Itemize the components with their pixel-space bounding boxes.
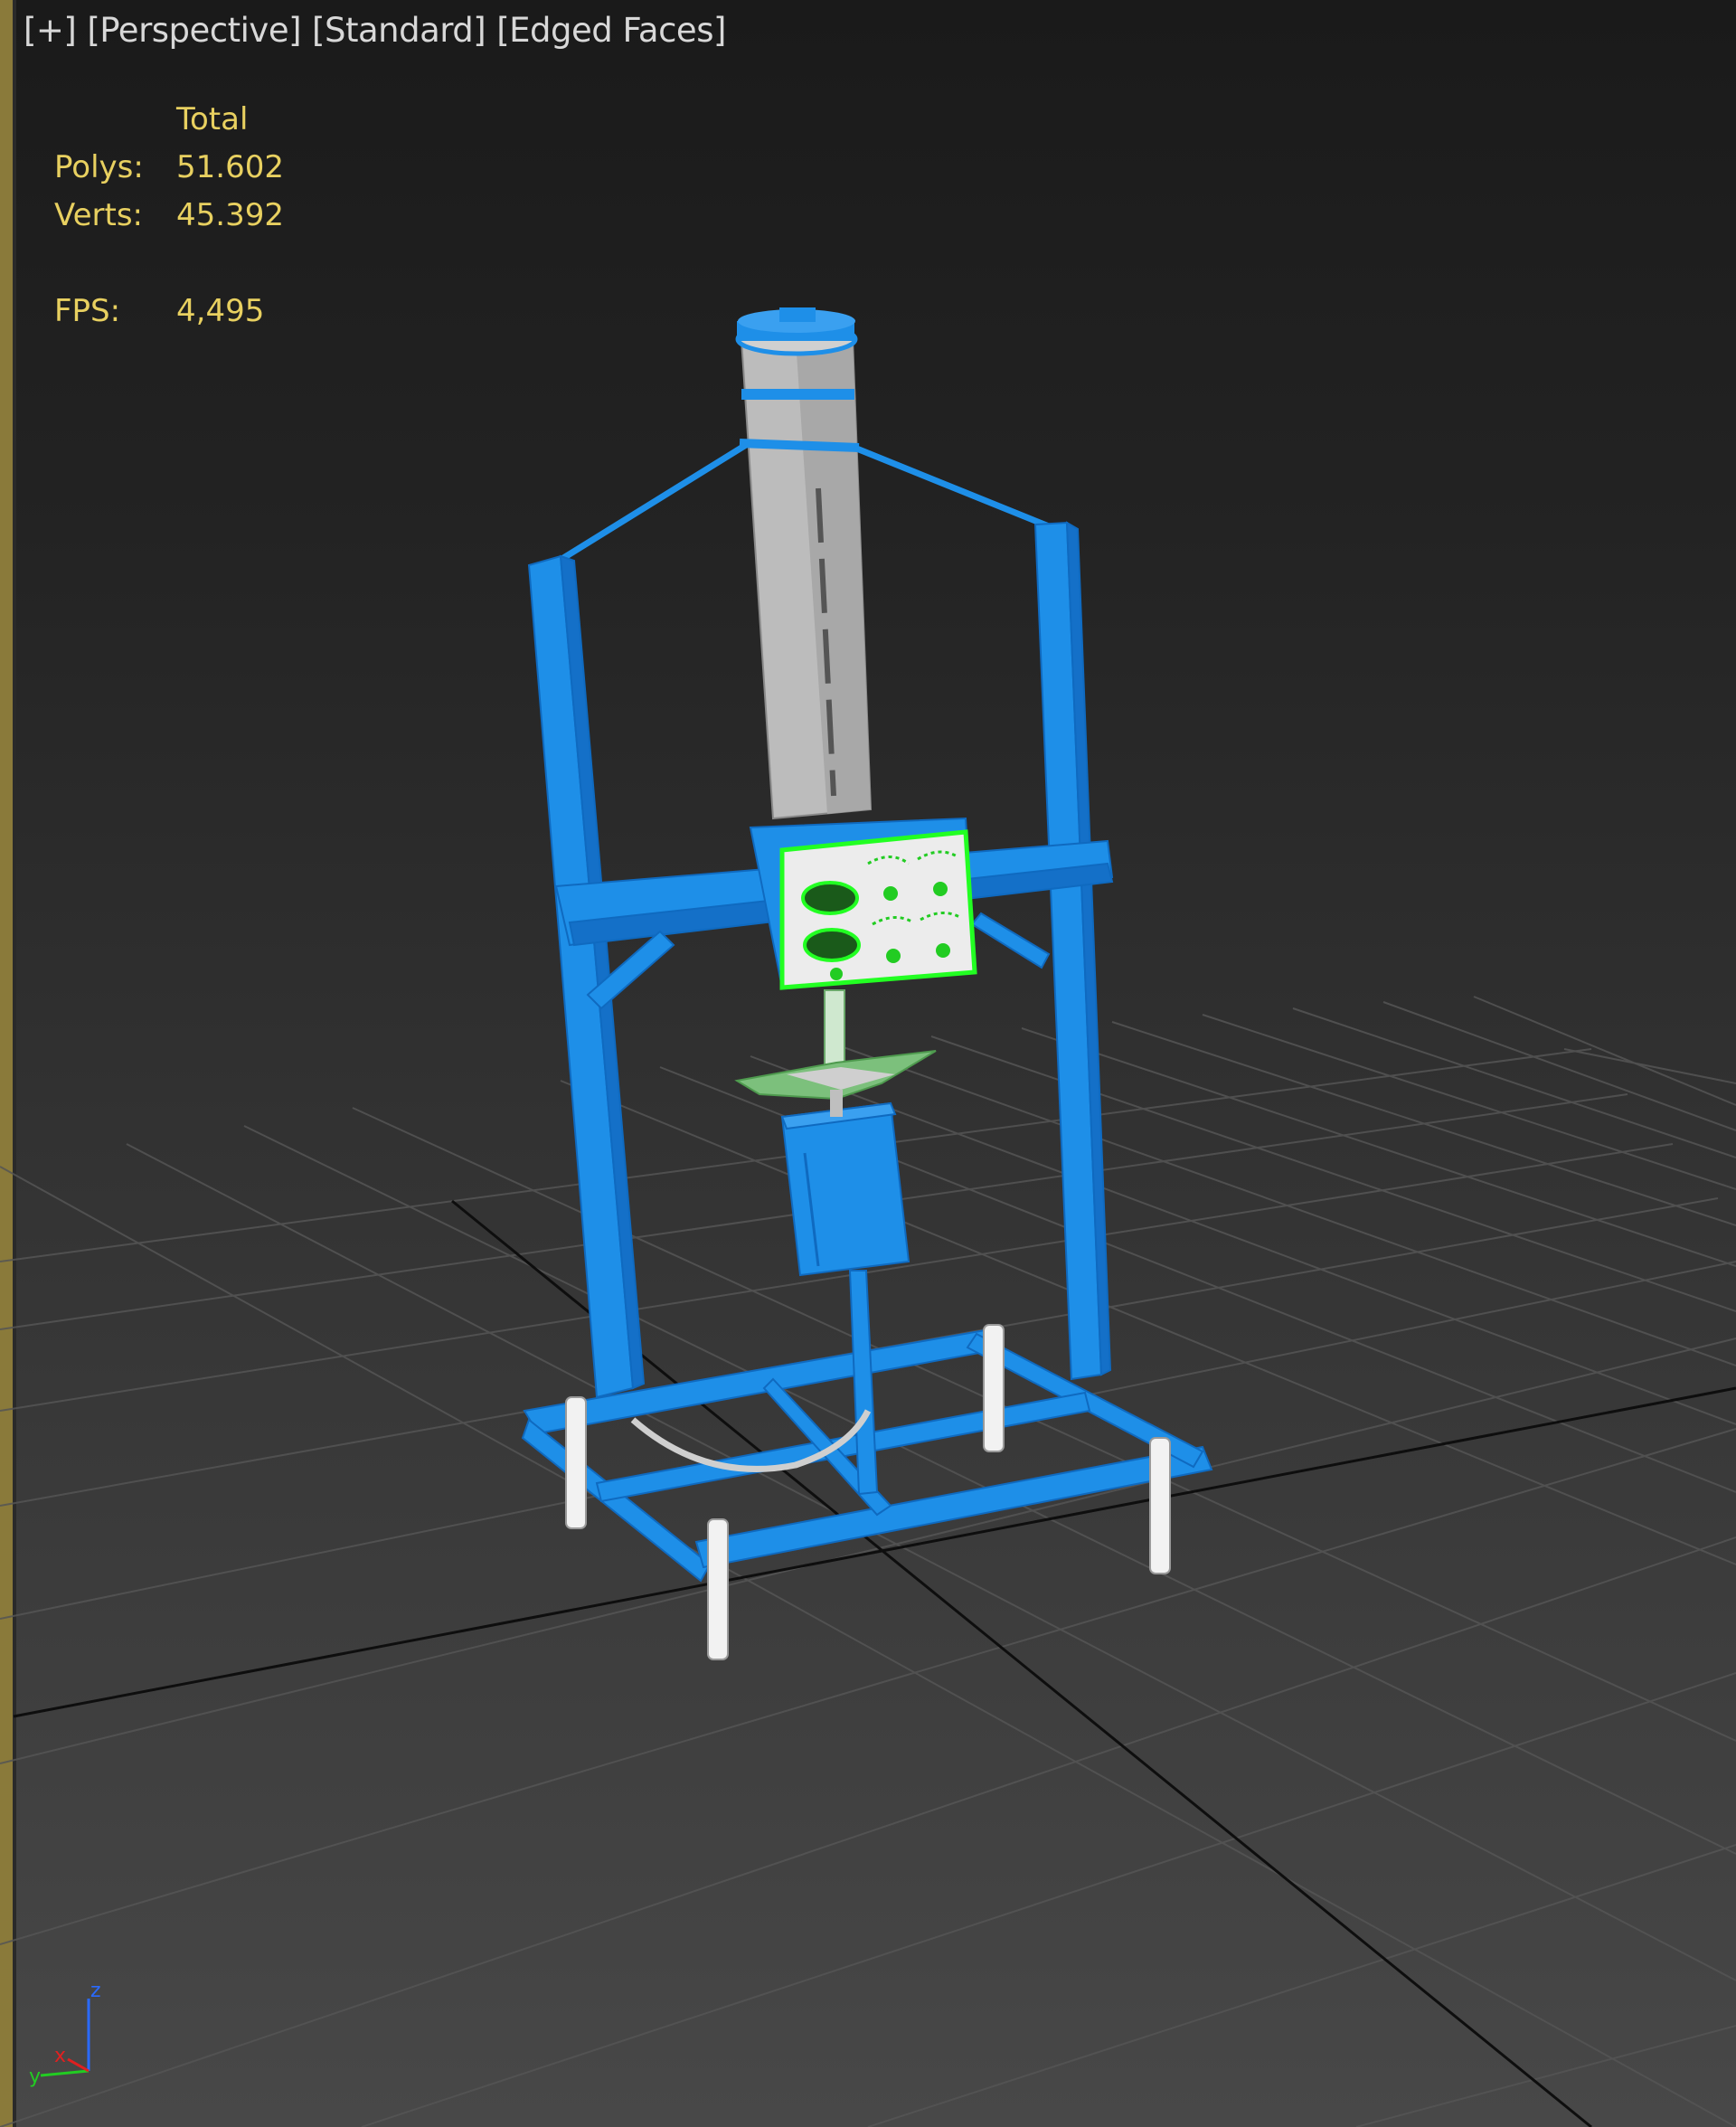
viewport-display-mode-label[interactable]: [Edged Faces] [496, 11, 726, 50]
fps-label: FPS: [54, 293, 121, 329]
viewport-view-label[interactable]: [Perspective] [87, 11, 301, 50]
polys-value: 51.602 [176, 149, 284, 185]
fps-value: 4,495 [176, 293, 265, 329]
cylinder-tank[interactable] [735, 307, 873, 820]
verts-label: Verts: [54, 197, 144, 233]
shaft-propeller[interactable] [734, 989, 937, 1117]
gizmo-x-label: x [54, 2045, 66, 2067]
axis-gizmo-icon: z x y [29, 1980, 101, 2088]
polys-label: Polys: [54, 149, 144, 185]
control-panel[interactable] [749, 817, 977, 990]
viewport-label-bar: [+] [Perspective] [Standard] [Edged Face… [24, 11, 726, 50]
world-axes [13, 1199, 1736, 2127]
viewport-menu-plus[interactable]: [+] [24, 11, 77, 50]
gizmo-y-label: y [29, 2066, 41, 2088]
verts-value: 45.392 [176, 197, 284, 233]
stats-header: Total [176, 101, 249, 137]
gizmo-z-label: z [90, 1980, 101, 2002]
viewport-perspective[interactable]: [+] [Perspective] [Standard] [Edged Face… [0, 0, 1736, 2127]
viewport-shading-label[interactable]: [Standard] [312, 11, 486, 50]
